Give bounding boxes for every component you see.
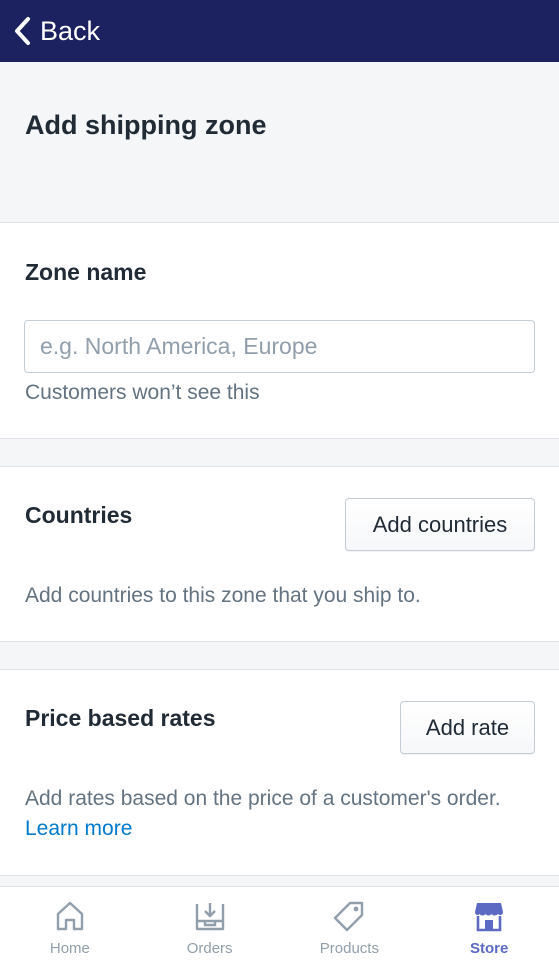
rates-helper-text: Add rates based on the price of a custom… xyxy=(25,787,501,810)
zone-name-input[interactable] xyxy=(24,320,535,373)
zone-name-card: Zone name Customers won’t see this xyxy=(0,222,559,439)
rates-helper: Add rates based on the price of a custom… xyxy=(25,784,525,844)
page-title: Add shipping zone xyxy=(25,110,267,140)
tab-store-label: Store xyxy=(469,940,509,957)
countries-helper: Add countries to this zone that you ship… xyxy=(25,584,421,607)
store-icon xyxy=(475,903,504,932)
chevron-left-icon xyxy=(15,17,30,45)
price-based-rates-card: Price based rates Add rate Add rates bas… xyxy=(0,669,559,876)
learn-more-link[interactable]: Learn more xyxy=(25,817,132,840)
tab-products-label: Products xyxy=(319,940,379,957)
zone-name-helper: Customers won’t see this xyxy=(25,381,260,404)
back-button[interactable]: Back xyxy=(0,0,100,62)
tab-orders-label: Orders xyxy=(186,940,233,957)
countries-card: Countries Add countries Add countries to… xyxy=(0,466,559,642)
back-label: Back xyxy=(40,15,101,46)
tag-icon xyxy=(334,901,364,932)
tab-home-label: Home xyxy=(49,940,90,957)
zone-name-title: Zone name xyxy=(25,259,147,285)
countries-title: Countries xyxy=(25,502,133,528)
tab-home[interactable]: Home xyxy=(0,887,140,960)
bottom-tab-bar: Home Orders Products Store xyxy=(0,886,559,960)
tab-products[interactable]: Products xyxy=(280,887,420,960)
tab-orders[interactable]: Orders xyxy=(140,887,280,960)
price-based-rates-title: Price based rates xyxy=(25,705,216,731)
home-icon xyxy=(56,901,84,931)
top-bar: Back xyxy=(0,0,559,62)
add-countries-button[interactable]: Add countries xyxy=(345,498,535,551)
orders-icon xyxy=(195,903,224,931)
page-header: Add shipping zone xyxy=(0,62,559,222)
tab-store[interactable]: Store xyxy=(419,887,559,960)
add-rate-button[interactable]: Add rate xyxy=(400,701,535,754)
